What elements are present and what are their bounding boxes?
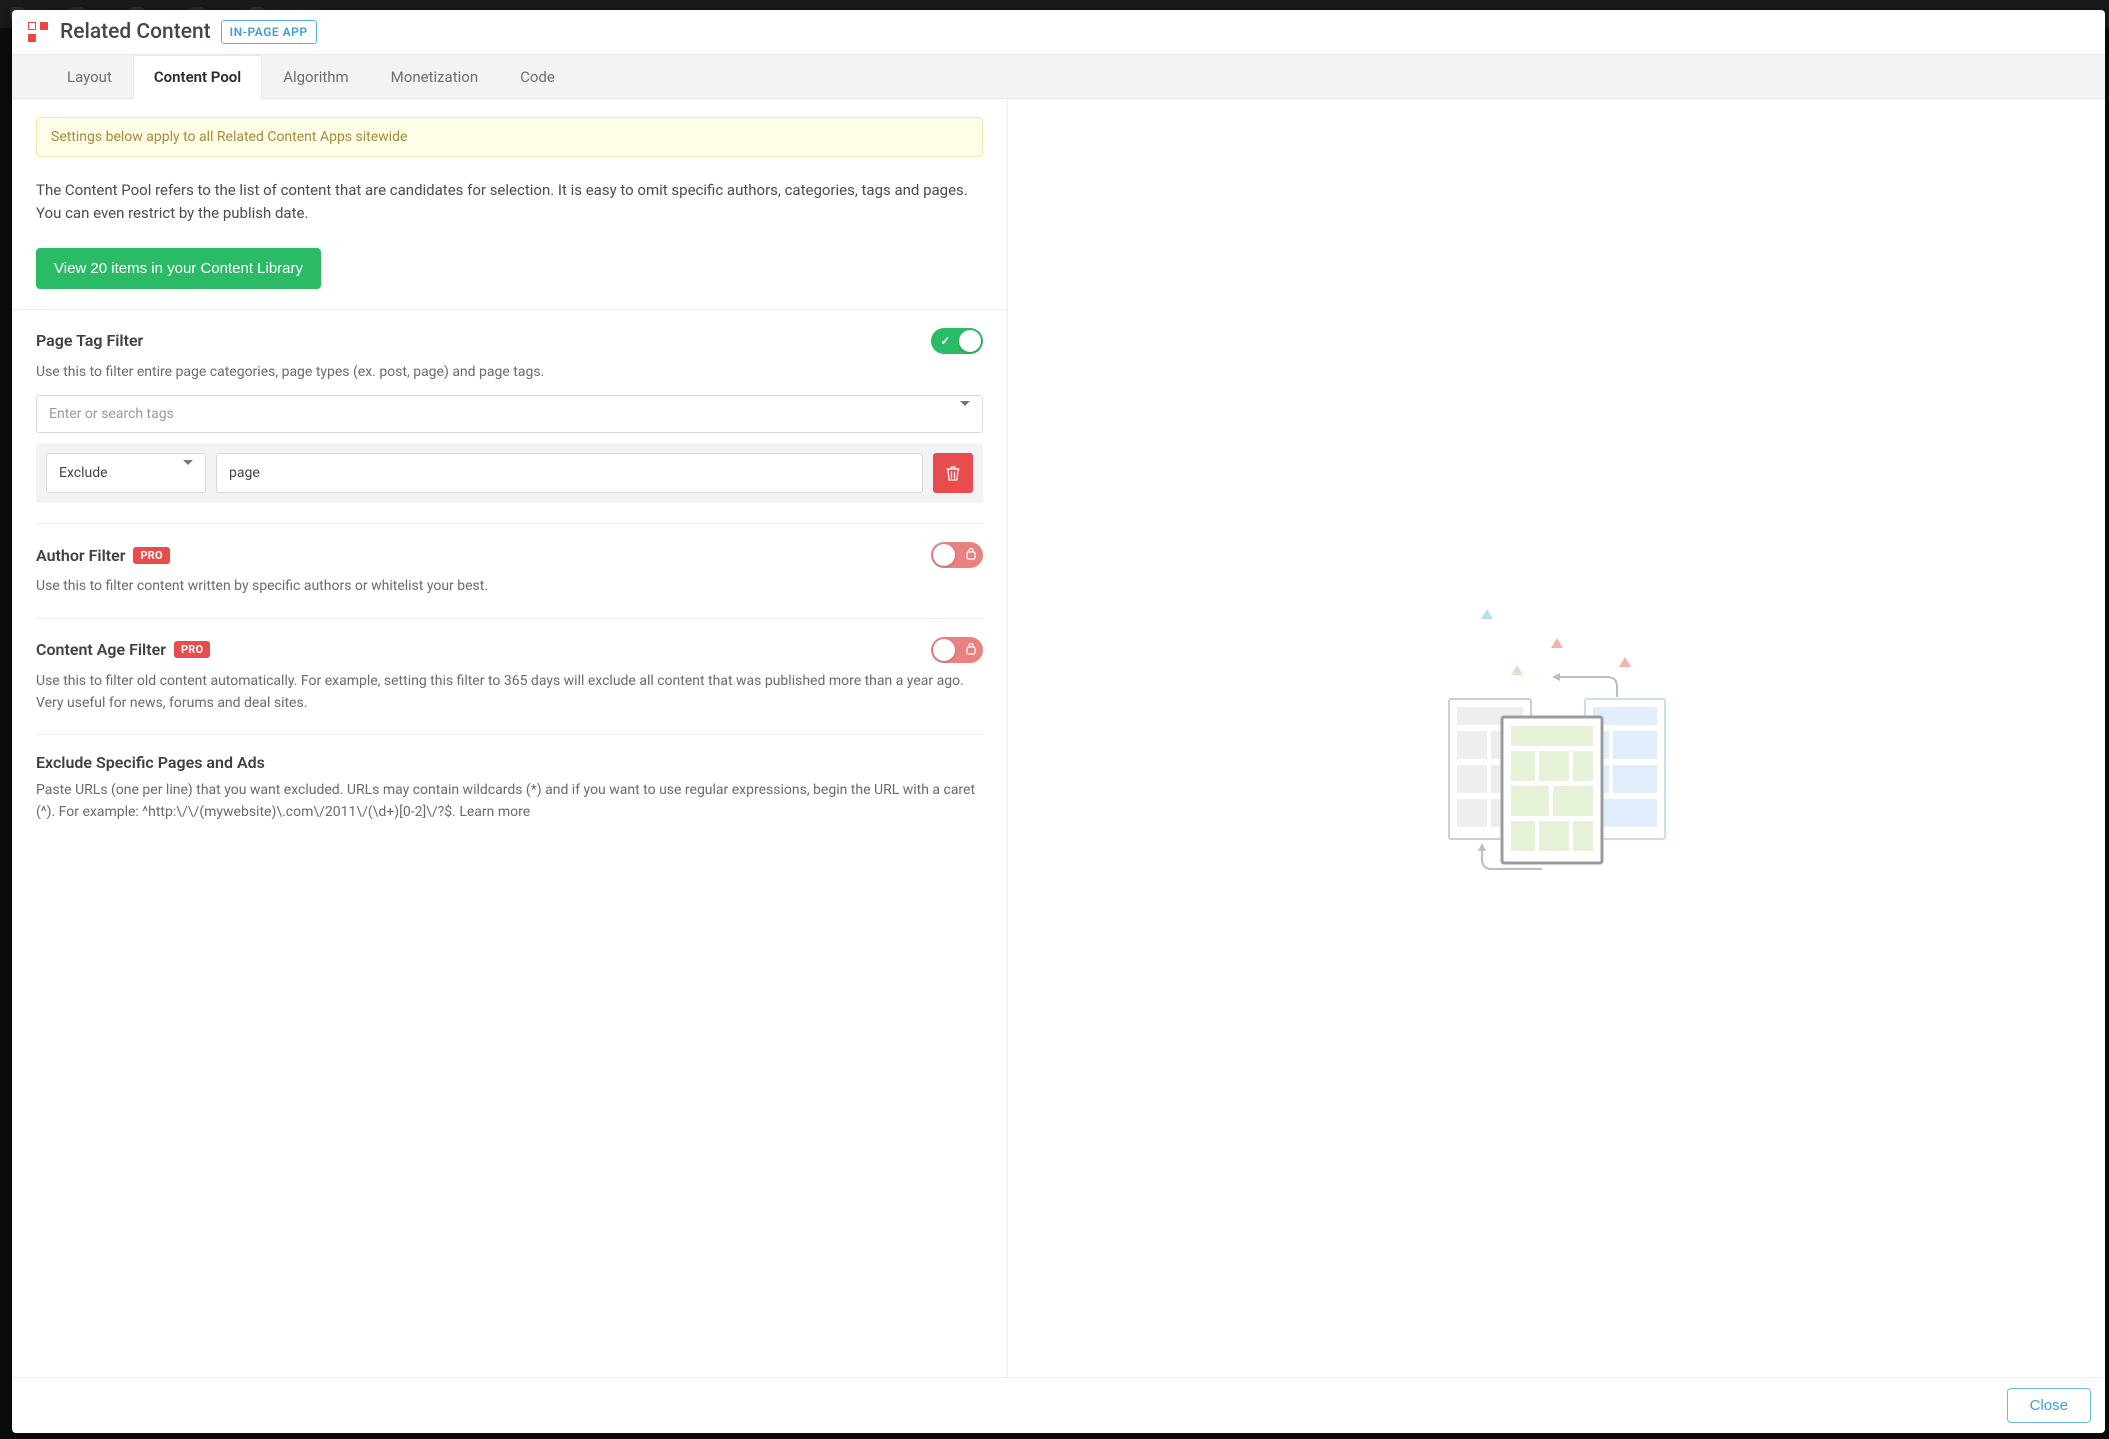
toggle-knob	[933, 544, 955, 566]
toggle-knob	[933, 639, 955, 661]
tag-search-input[interactable]: Enter or search tags	[36, 395, 983, 433]
page-tag-filter-toggle[interactable]: ✓	[931, 328, 983, 354]
pro-badge: PRO	[133, 547, 169, 564]
content-age-filter-toggle[interactable]	[931, 637, 983, 663]
pro-badge: PRO	[174, 641, 210, 658]
author-filter-desc: Use this to filter content written by sp…	[36, 576, 983, 598]
page-tag-filter-desc: Use this to filter entire page categorie…	[36, 362, 983, 384]
toggle-knob	[959, 330, 981, 352]
rule-mode-value: Exclude	[59, 465, 108, 481]
modal-footer: Close	[12, 1377, 2105, 1433]
delete-rule-button[interactable]	[933, 453, 973, 493]
view-content-library-button[interactable]: View 20 items in your Content Library	[36, 248, 321, 289]
page-tag-filter-title: Page Tag Filter	[36, 331, 143, 350]
check-icon: ✓	[940, 334, 950, 348]
exclude-pages-desc: Paste URLs (one per line) that you want …	[36, 780, 983, 823]
filter-rule-row: Exclude page	[36, 443, 983, 503]
modal-body: Settings below apply to all Related Cont…	[12, 99, 2105, 1377]
lock-icon	[965, 547, 977, 563]
tab-content-pool[interactable]: Content Pool	[133, 55, 262, 99]
scroll-fade	[12, 1287, 1007, 1377]
sitewide-notice: Settings below apply to all Related Cont…	[36, 117, 983, 157]
trash-icon	[946, 465, 960, 481]
content-age-filter-section: Content Age Filter PRO Use this to filte…	[36, 619, 983, 735]
tab-layout[interactable]: Layout	[46, 55, 133, 99]
rule-mode-select[interactable]: Exclude	[46, 453, 206, 493]
rule-value-text: page	[229, 465, 260, 481]
close-button[interactable]: Close	[2007, 1388, 2091, 1423]
exclude-pages-section: Exclude Specific Pages and Ads Paste URL…	[36, 735, 983, 883]
content-pool-intro: The Content Pool refers to the list of c…	[36, 179, 983, 226]
settings-panel[interactable]: Settings below apply to all Related Cont…	[12, 99, 1008, 1377]
author-filter-toggle[interactable]	[931, 542, 983, 568]
lock-icon	[965, 642, 977, 658]
chevron-down-icon	[183, 465, 193, 481]
tab-monetization[interactable]: Monetization	[370, 55, 499, 99]
chevron-down-icon	[960, 406, 970, 422]
tab-algorithm[interactable]: Algorithm	[262, 55, 369, 99]
author-filter-title: Author Filter	[36, 546, 125, 565]
author-filter-section: Author Filter PRO Use this to filter con…	[36, 524, 983, 619]
settings-modal: Related Content IN-PAGE APP Layout Conte…	[12, 10, 2105, 1433]
content-age-filter-desc: Use this to filter old content automatic…	[36, 671, 983, 714]
exclude-pages-title: Exclude Specific Pages and Ads	[36, 753, 265, 772]
preview-panel	[1008, 99, 2105, 1377]
in-page-app-badge: IN-PAGE APP	[221, 20, 317, 44]
tabstrip: Layout Content Pool Algorithm Monetizati…	[12, 55, 2105, 99]
app-icon	[28, 22, 48, 42]
rule-value-field[interactable]: page	[216, 453, 923, 493]
page-tag-filter-section: Page Tag Filter ✓ Use this to filter ent…	[36, 310, 983, 525]
preview-illustration	[1447, 593, 1667, 883]
tab-code[interactable]: Code	[499, 55, 576, 99]
tag-search-placeholder: Enter or search tags	[49, 406, 174, 422]
modal-header: Related Content IN-PAGE APP	[12, 10, 2105, 55]
content-age-filter-title: Content Age Filter	[36, 640, 166, 659]
modal-title: Related Content	[60, 20, 211, 44]
